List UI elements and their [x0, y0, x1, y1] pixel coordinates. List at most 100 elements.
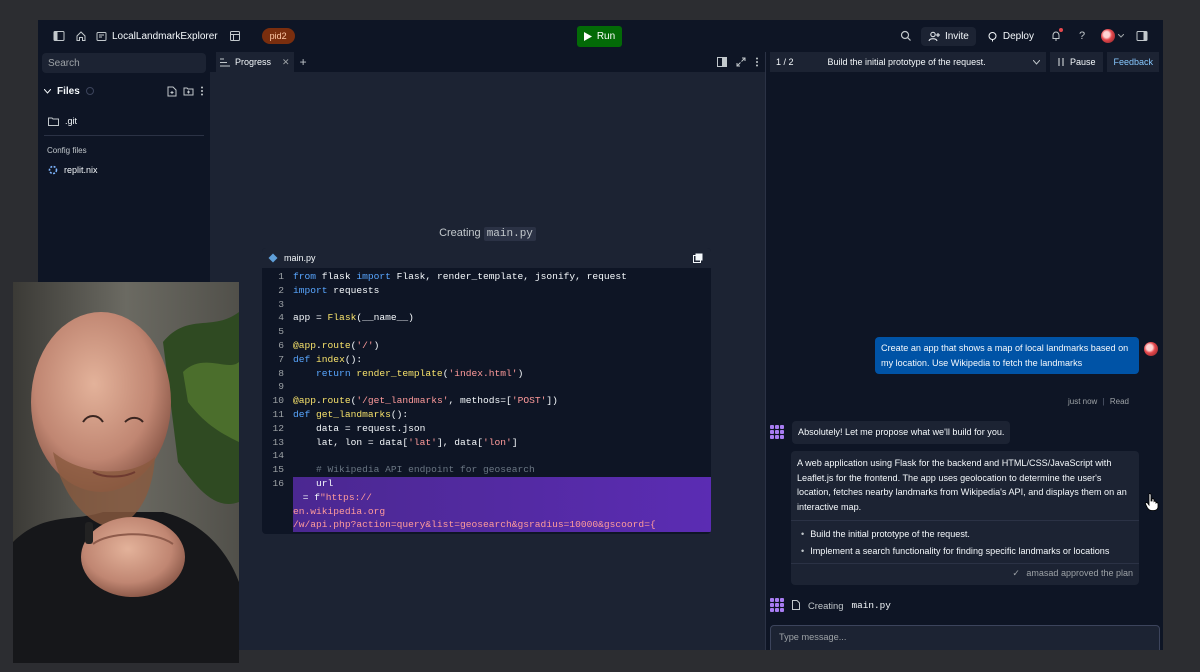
panel-toggle-icon[interactable]: [1131, 25, 1153, 47]
agent-message: Absolutely! Let me propose what we'll bu…: [770, 421, 1011, 444]
editor-pane: Progress ✕ + Creating main.py main.py 1 …: [210, 52, 765, 650]
creating-prefix: Creating: [808, 599, 844, 611]
file-item-git[interactable]: .git: [38, 111, 210, 131]
new-file-icon[interactable]: [167, 86, 177, 97]
code-card-filename: main.py: [284, 253, 316, 263]
add-user-icon: [928, 31, 940, 41]
chevron-down-icon: [44, 88, 51, 94]
pause-button[interactable]: Pause: [1049, 52, 1104, 72]
check-icon: ✓: [1012, 568, 1020, 578]
code-card-header: main.py: [262, 248, 711, 268]
chevron-down-icon: [1032, 59, 1040, 65]
divider: [44, 135, 204, 136]
user-menu[interactable]: [1097, 25, 1127, 47]
code-line: 8 return render_template('index.html'): [278, 367, 524, 379]
approval-status: ✓ amasad approved the plan: [791, 563, 1139, 585]
more-icon[interactable]: [200, 86, 204, 96]
copy-icon[interactable]: [693, 253, 703, 263]
play-icon: [583, 32, 592, 41]
step-counter: 1 / 2: [776, 57, 794, 67]
feedback-button[interactable]: Feedback: [1107, 52, 1159, 72]
agent-message-text: Absolutely! Let me propose what we'll bu…: [792, 421, 1011, 444]
invite-button[interactable]: Invite: [920, 26, 976, 46]
split-icon[interactable]: [717, 57, 727, 67]
code-line: 12 data = request.json: [272, 422, 426, 434]
avatar: [1144, 342, 1158, 356]
code-line: 11 def get_landmarks():: [272, 408, 409, 420]
layout-icon[interactable]: [224, 25, 246, 47]
creating-prefix: Creating: [439, 227, 481, 239]
tab-bar: Progress ✕ +: [210, 52, 765, 72]
deploy-button[interactable]: Deploy: [980, 27, 1041, 46]
files-label: Files: [57, 85, 80, 97]
webcam-overlay: [13, 282, 239, 663]
progress-view: Creating main.py main.py 1 from flask imp…: [210, 72, 765, 650]
expand-icon[interactable]: [736, 57, 746, 67]
message-time: just now: [1067, 397, 1098, 406]
code-line: 7 def index():: [278, 353, 363, 365]
bell-icon[interactable]: [1045, 25, 1067, 47]
plan-item: Implement a search functionality for fin…: [801, 543, 1129, 560]
avatar: [1100, 29, 1115, 43]
repl-name[interactable]: LocalLandmarkExplorer: [96, 31, 218, 42]
home-icon[interactable]: [70, 25, 92, 47]
message-input[interactable]: Type message...: [770, 625, 1160, 650]
pid-badge[interactable]: pid2: [261, 28, 295, 44]
agent-creating-status: Creating main.py: [770, 598, 891, 612]
files-header[interactable]: Files: [38, 77, 210, 105]
nix-icon: [48, 165, 58, 175]
python-file-icon: [268, 253, 278, 263]
code-line: 5: [278, 326, 284, 338]
deploy-label: Deploy: [1002, 30, 1034, 42]
sidebar-toggle-icon[interactable]: [48, 25, 70, 47]
plan-card: A web application using Flask for the ba…: [791, 451, 1139, 585]
repl-icon: [96, 31, 107, 41]
approval-label: amasad approved the plan: [1026, 568, 1133, 578]
code-line: 13 lat, lon = data['lat'], data['lon']: [272, 436, 518, 448]
file-icon: [792, 600, 800, 610]
code-line: 10 @app.route('/get_landmarks', methods=[…: [272, 395, 558, 407]
hand-cursor-icon: [1145, 493, 1159, 511]
tab-progress[interactable]: Progress ✕: [216, 52, 294, 72]
help-icon[interactable]: ?: [1071, 25, 1093, 47]
add-tab-icon[interactable]: +: [300, 55, 307, 69]
search-icon[interactable]: [895, 25, 917, 47]
step-selector[interactable]: 1 / 2 Build the initial prototype of the…: [770, 52, 1046, 72]
plan-item: Build the initial prototype of the reque…: [801, 526, 1129, 543]
code-line: 3: [278, 298, 284, 310]
code-line: 4 app = Flask(__name__): [278, 312, 414, 324]
agent-icon: [770, 425, 784, 440]
chevron-down-icon: [1117, 34, 1124, 38]
file-item-label: replit.nix: [64, 165, 98, 175]
code-block: 1 from flask import Flask, render_templat…: [262, 268, 711, 533]
plan-list: Build the initial prototype of the reque…: [791, 520, 1139, 563]
run-button[interactable]: Run: [577, 26, 622, 47]
invite-label: Invite: [944, 30, 969, 42]
agent-chat-pane: 1 / 2 Build the initial prototype of the…: [765, 52, 1163, 650]
close-icon[interactable]: ✕: [282, 57, 290, 68]
tab-label: Progress: [235, 57, 272, 67]
message-input-placeholder: Type message...: [779, 632, 847, 642]
creating-status: Creating main.py: [210, 227, 765, 241]
new-folder-icon[interactable]: [183, 86, 194, 96]
loading-icon: [85, 87, 94, 95]
code-line: 6 @app.route('/'): [278, 339, 380, 351]
streaming-highlight: 16 url = f "https:// en.wikipedia.org /w/…: [272, 476, 711, 533]
code-line: 14: [272, 450, 284, 462]
chat-header: 1 / 2 Build the initial prototype of the…: [766, 52, 1163, 72]
message-meta: just now | Read: [1067, 397, 1129, 406]
more-icon[interactable]: [755, 57, 759, 67]
code-line: 15 # Wikipedia API endpoint for geosearc…: [272, 464, 535, 476]
presenter-video-image: [13, 282, 239, 663]
pause-icon: [1058, 58, 1064, 66]
code-line: 2 import requests: [278, 284, 380, 296]
search-input[interactable]: Search: [42, 53, 206, 73]
message-read-status: Read: [1109, 397, 1129, 406]
progress-icon: [220, 58, 230, 66]
agent-icon: [770, 598, 784, 612]
file-item-replit-nix[interactable]: replit.nix: [38, 160, 210, 180]
step-title: Build the initial prototype of the reque…: [827, 57, 986, 67]
creating-file: main.py: [851, 599, 891, 611]
file-item-label: .git: [65, 116, 78, 126]
deploy-icon: [988, 31, 997, 41]
